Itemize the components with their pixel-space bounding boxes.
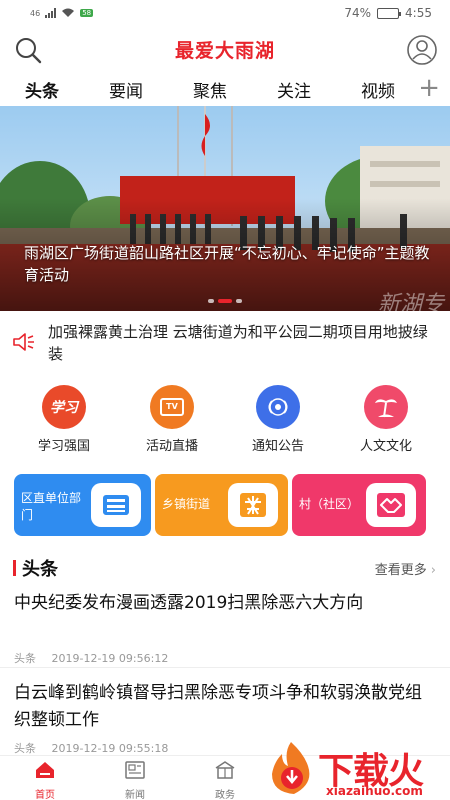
- status-bar: 46 58 74% 4:55: [0, 0, 450, 26]
- nav-label: 政务: [215, 790, 235, 800]
- category-cards: 区直单位部门 乡镇街道 村（社区）: [0, 474, 450, 536]
- quick-link-study[interactable]: 学习 学习强国: [14, 385, 114, 454]
- tab-video[interactable]: 视频: [336, 77, 420, 102]
- card-label: 区直单位部门: [21, 491, 82, 522]
- quick-link-label: 活动直播: [145, 439, 198, 454]
- app-header: 最爱大雨湖: [0, 26, 450, 72]
- tab-follow[interactable]: 关注: [252, 77, 336, 102]
- section-marker: [13, 560, 16, 576]
- news-meta: 头条 2019-12-19 09:55:18: [14, 740, 168, 756]
- flame-logo-icon: [272, 742, 310, 794]
- study-icon: 学习: [42, 385, 86, 429]
- view-more-label: 查看更多: [374, 563, 427, 578]
- headlines-section-header: 头条 查看更多 ›: [0, 555, 450, 581]
- news-title[interactable]: 中央纪委发布漫画透露2019扫黑除恶六大方向: [14, 590, 432, 617]
- status-right: 74% 4:55: [344, 6, 432, 20]
- wifi-icon: [62, 8, 75, 17]
- tv-icon: TV: [150, 385, 194, 429]
- nav-home[interactable]: 首页: [20, 759, 70, 800]
- quick-link-label: 学习强国: [37, 439, 90, 454]
- clock: 4:55: [405, 6, 432, 20]
- notice-text[interactable]: 加强裸露黄土治理 云塘街道为和平公园二期项目用地披绿装: [48, 321, 428, 365]
- tab-headlines[interactable]: 头条: [0, 77, 84, 102]
- battery-icon: [377, 7, 402, 19]
- speaker-icon: [13, 333, 34, 351]
- quick-link-label: 通知公告: [251, 439, 304, 454]
- notice-bar[interactable]: 加强裸露黄土治理 云塘街道为和平公园二期项目用地披绿装: [0, 313, 450, 371]
- wifi-badge: 58: [80, 9, 94, 17]
- card-towns-streets[interactable]: 乡镇街道: [155, 474, 288, 536]
- quick-link-culture[interactable]: 人文文化: [336, 385, 436, 454]
- nav-label: 首页: [35, 790, 55, 800]
- news-meta: 头条 2019-12-19 09:56:12: [14, 650, 168, 666]
- quick-link-label: 人文文化: [359, 439, 412, 454]
- tab-focus[interactable]: 聚焦: [168, 77, 252, 102]
- user-icon[interactable]: [406, 34, 438, 66]
- nav-news[interactable]: 新闻: [110, 759, 160, 800]
- news-source: 头条: [14, 742, 36, 755]
- carousel-dot[interactable]: [236, 299, 242, 303]
- nav-government[interactable]: 政务: [200, 759, 250, 800]
- app-screen: 46 58 74% 4:55 最爱大雨湖 头条 要闻 聚焦 关注 视频 + 雨湖…: [0, 0, 450, 800]
- brand-domain: xiazaihuo.com: [326, 784, 423, 798]
- broadcast-icon: [256, 385, 300, 429]
- news-item[interactable]: 中央纪委发布漫画透露2019扫黑除恶六大方向 头条 2019-12-19 09:…: [0, 590, 450, 668]
- news-time: 2019-12-19 09:56:12: [51, 652, 169, 665]
- quick-links: 学习 学习强国 TV 活动直播 通知公告 人文文化: [0, 385, 450, 455]
- chevron-right-icon: ›: [430, 563, 436, 578]
- government-icon: [215, 761, 235, 779]
- view-more-link[interactable]: 查看更多 ›: [375, 559, 436, 578]
- broadcast-glyph: [268, 398, 288, 416]
- signal-icon: [45, 8, 57, 18]
- quick-link-live[interactable]: TV 活动直播: [122, 385, 222, 454]
- news-source: 头条: [14, 652, 36, 665]
- card-village-community[interactable]: 村（社区）: [292, 474, 426, 536]
- palm-tree-icon: [364, 385, 408, 429]
- street-icon: [228, 483, 278, 527]
- tab-important-news[interactable]: 要闻: [84, 77, 168, 102]
- status-left: 46 58: [30, 8, 94, 18]
- news-title[interactable]: 白云峰到鹤岭镇督导扫黑除恶专项斗争和软弱涣散党组织整顿工作: [14, 680, 432, 734]
- card-district-units[interactable]: 区直单位部门: [14, 474, 151, 536]
- app-title: 最爱大雨湖: [174, 40, 275, 62]
- home-icon: [36, 762, 54, 778]
- tv-icon-text: TV: [160, 398, 184, 416]
- card-label: 村（社区）: [299, 497, 360, 511]
- nav-label: 新闻: [125, 790, 145, 800]
- news-time: 2019-12-19 09:55:18: [51, 742, 169, 755]
- battery-percent: 74%: [344, 6, 372, 20]
- carousel-dot-active[interactable]: [218, 299, 232, 303]
- palm-tree-glyph: [375, 399, 397, 418]
- carousel-dot[interactable]: [208, 299, 214, 303]
- building-icon: [91, 483, 141, 527]
- news-icon: [125, 761, 145, 779]
- signal-type: 46: [30, 8, 41, 18]
- handshake-icon: [366, 483, 416, 527]
- card-label: 乡镇街道: [162, 497, 211, 511]
- brand-watermark: 下载火 xiazaihuo.com: [262, 740, 450, 800]
- quick-link-notice[interactable]: 通知公告: [228, 385, 328, 454]
- study-icon-text: 学习: [50, 400, 78, 416]
- plus-icon[interactable]: +: [418, 75, 440, 101]
- banner-carousel[interactable]: 雨湖区广场街道韶山路社区开展“不忘初心、牢记使命”主题教育活动 新湖专: [0, 106, 450, 311]
- carousel-indicator: [0, 299, 450, 303]
- section-title: 头条: [22, 559, 58, 580]
- banner-caption[interactable]: 雨湖区广场街道韶山路社区开展“不忘初心、牢记使命”主题教育活动: [24, 242, 430, 286]
- channel-tabs: 头条 要闻 聚焦 关注 视频 +: [0, 72, 450, 106]
